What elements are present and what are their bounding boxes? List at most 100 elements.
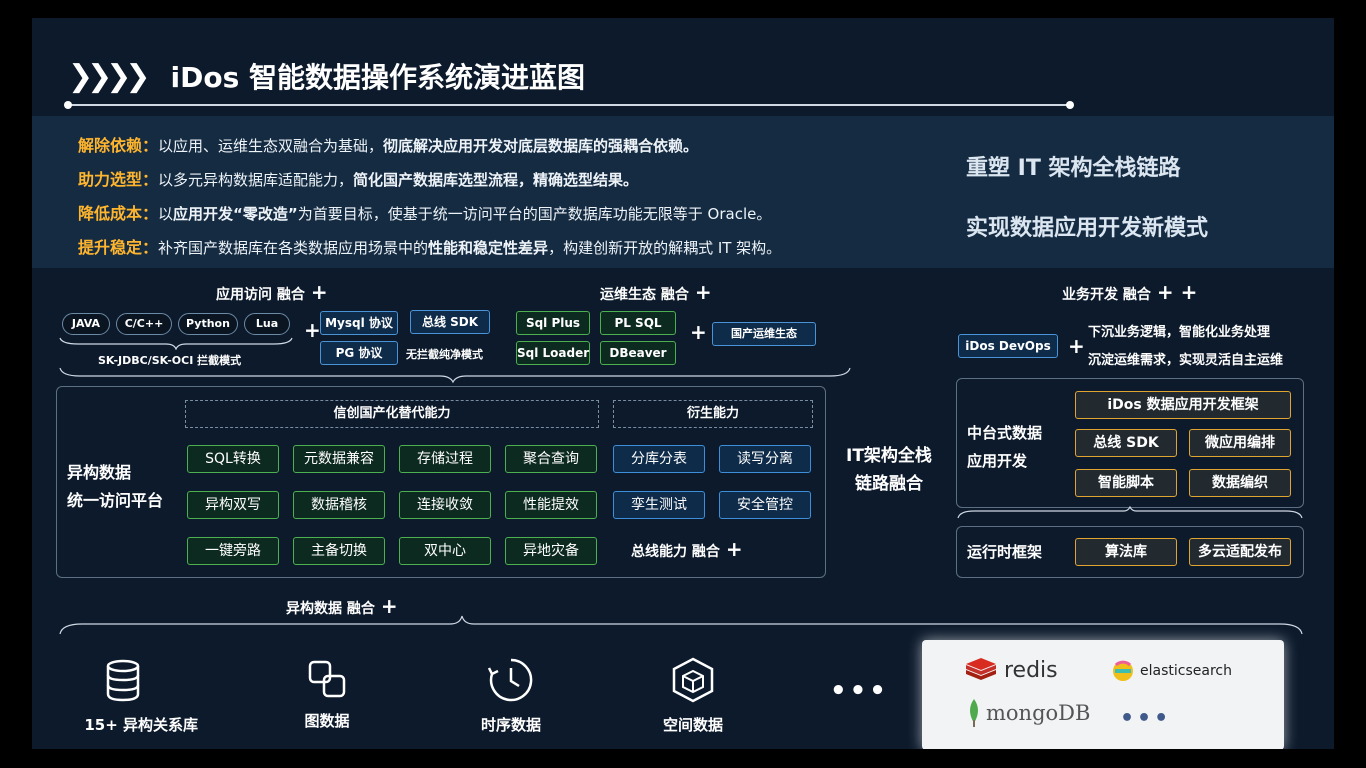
ops-tool-tag: PL SQL <box>600 311 676 335</box>
pure-mode-label: 无拦截纯净模式 <box>406 348 483 361</box>
ops-tool-tag: Sql Plus <box>516 311 590 335</box>
goal-item: 助力选型：以多元异构数据库适配能力，简化国产数据库选型流程，精确选型结果。 <box>78 166 638 190</box>
derived-cell: 安全管控 <box>719 491 811 519</box>
goal-emphasis: 应用开发“零改造” <box>173 205 298 223</box>
derived-cell: 分库分表 <box>613 445 705 473</box>
capability-cell: 主备切换 <box>293 537 385 565</box>
app-access-title: 应用访问 融合 + <box>216 280 328 304</box>
platform-name: 异构数据统一访问平台 <box>67 459 163 515</box>
business-desc: 下沉业务逻辑，智能化业务处理 <box>1088 325 1271 340</box>
it-fusion-line: IT架构全栈 <box>846 446 932 466</box>
capability-cell: SQL转换 <box>187 445 279 473</box>
elasticsearch-logo-icon <box>1113 660 1133 681</box>
cube-icon <box>672 657 714 703</box>
runtime-box: 运行时框架 算法库 多云适配发布 <box>956 526 1304 578</box>
goal-separator: ： <box>142 204 159 223</box>
capability-cell: 双中心 <box>399 537 491 565</box>
middle-name-line: 中台式数据 <box>967 424 1043 442</box>
title-underline <box>64 101 1074 109</box>
platform-name-line: 统一访问平台 <box>67 491 164 510</box>
plus-icon: + <box>310 280 328 304</box>
mongodb-name: mongoDB <box>986 701 1091 725</box>
plus-icon: + <box>684 320 707 344</box>
section-label: 应用访问 融合 <box>216 287 305 303</box>
slogan: 重塑 IT 架构全栈链路 <box>966 156 1181 181</box>
goal-text: 补齐国产数据库在各类数据应用场景中的 <box>158 239 429 257</box>
framework-tag: iDos 数据应用开发框架 <box>1075 391 1291 419</box>
section-label: 业务开发 融合 <box>1062 287 1151 303</box>
capability-cell: 数据稽核 <box>293 491 385 519</box>
section-label: 总线能力 融合 <box>631 544 720 560</box>
plus-icon: + <box>1062 334 1085 358</box>
goal-text: 为首要目标，使基于统一访问平台的国产数据库功能无限等于 Oracle。 <box>297 205 772 223</box>
goal-item: 降低成本：以应用开发“零改造”为首要目标，使基于统一访问平台的国产数据库功能无限… <box>78 200 771 224</box>
mongodb-leaf-icon <box>970 699 978 727</box>
capability-cell: 聚合查询 <box>505 445 597 473</box>
ops-tool-tag: DBeaver <box>600 341 676 365</box>
goal-text: 以多元异构数据库适配能力， <box>158 171 354 189</box>
it-fusion-line: 链路融合 <box>854 474 923 494</box>
category-label: 图数据 <box>304 712 350 730</box>
capability-cell: 元数据兼容 <box>293 445 385 473</box>
graph-nodes-icon <box>308 660 346 698</box>
line-dot-left <box>64 101 72 109</box>
goal-emphasis: 彻底解决应用开发对底层数据库的强耦合依赖。 <box>383 137 699 155</box>
capability-cell: 存储过程 <box>399 445 491 473</box>
category-label: 时序数据 <box>480 716 541 734</box>
middle-item: 总线 SDK <box>1075 429 1177 457</box>
middle-item: 数据编织 <box>1189 469 1291 497</box>
goal-text: 以 <box>158 205 174 223</box>
clock-history-icon <box>487 658 533 702</box>
category-label: 空间数据 <box>662 716 723 734</box>
devops-tag: iDos DevOps <box>958 334 1058 358</box>
redis-logo-icon <box>966 658 996 680</box>
middle-name-line: 应用开发 <box>967 452 1028 470</box>
category-timeseries: 时序数据 <box>436 656 586 735</box>
goal-emphasis: 性能和稳定性差异 <box>428 239 549 257</box>
capability-cell: 异构双写 <box>187 491 279 519</box>
platform-name-line: 异构数据 <box>67 463 132 482</box>
business-title: 业务开发 融合 + + <box>1062 280 1197 304</box>
goal-title: 助力选型 <box>78 170 143 189</box>
language-pill: Lua <box>244 313 290 335</box>
runtime-label: 运行时框架 <box>967 543 1043 561</box>
db-brand-panel: redis elasticsearch mongoDB ••• <box>922 640 1284 749</box>
category-graph: 图数据 <box>252 658 402 731</box>
brace-underline <box>59 337 293 350</box>
section-label: 运维生态 融合 <box>600 287 689 303</box>
goal-separator: ： <box>142 170 159 189</box>
brace-runtime <box>957 506 1303 519</box>
runtime-item: 算法库 <box>1075 538 1177 566</box>
category-label: 15+ 异构关系库 <box>84 716 198 734</box>
title-bar: ❯❯❯❯ iDos 智能数据操作系统演进蓝图 <box>68 56 585 96</box>
redis-name: redis <box>1004 657 1058 683</box>
goal-separator: ： <box>142 136 159 155</box>
ops-tool-tag: Sql Loader <box>516 341 590 365</box>
language-pill: Python <box>178 313 238 335</box>
goal-title: 降低成本 <box>78 204 143 223</box>
plus-icon: + <box>725 537 743 561</box>
language-pill: C/C++ <box>116 313 172 335</box>
capability-cell: 一键旁路 <box>187 537 279 565</box>
goal-item: 提升稳定：补齐国产数据库在各类数据应用场景中的性能和稳定性差异，构建创新开放的解… <box>78 234 781 258</box>
goal-title: 提升稳定 <box>78 238 143 257</box>
more-brands: ••• <box>1120 706 1172 731</box>
goal-item: 解除依赖：以应用、运维生态双融合为基础，彻底解决应用开发对底层数据库的强耦合依赖… <box>78 132 698 156</box>
goal-emphasis: 简化国产数据库选型流程，精确选型结果。 <box>353 171 639 189</box>
middle-platform-box: 中台式数据 应用开发 iDos 数据应用开发框架 总线 SDK 微应用编排 智能脚… <box>956 378 1304 508</box>
plus-icon: + <box>298 318 321 342</box>
more-categories: ••• <box>830 676 889 706</box>
derived-cell: 孪生测试 <box>613 491 705 519</box>
plus-icon: + + <box>1156 280 1198 304</box>
line-dot-right <box>1066 101 1074 109</box>
chevrons-icon: ❯❯❯❯ <box>68 58 151 94</box>
brace-platform-top <box>59 367 851 384</box>
protocol-tag: Mysql 协议 <box>320 311 398 335</box>
middle-item: 微应用编排 <box>1189 429 1291 457</box>
redis-brand: redis <box>964 656 1058 684</box>
business-desc: 沉淀运维需求，实现灵活自主运维 <box>1088 353 1284 368</box>
goal-title: 解除依赖 <box>78 136 143 155</box>
it-fusion-label: IT架构全栈 链路融合 <box>846 442 932 498</box>
derived-label: 衍生能力 <box>613 400 813 428</box>
plus-sign: + <box>1068 334 1085 358</box>
